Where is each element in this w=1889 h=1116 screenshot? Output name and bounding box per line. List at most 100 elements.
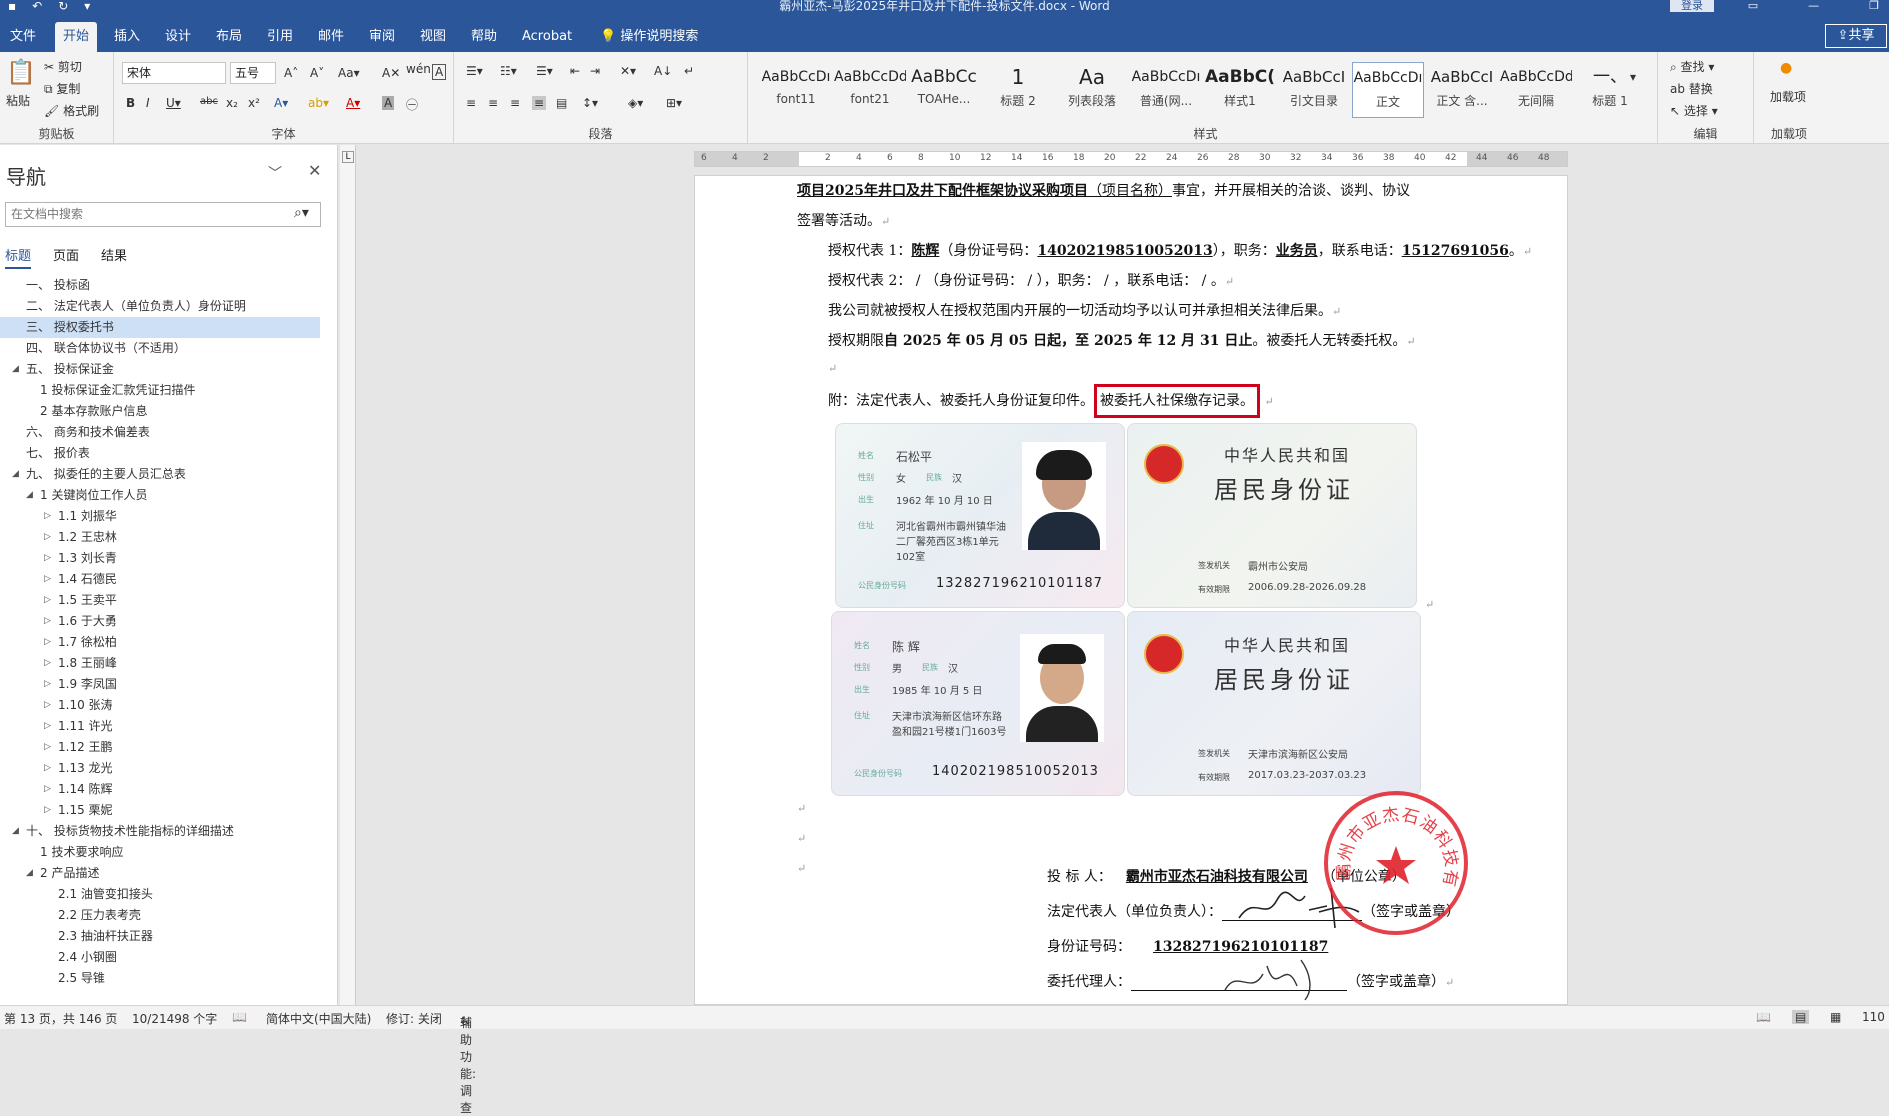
collapse-arrow-icon[interactable]: ◢ — [26, 863, 33, 884]
tab-references[interactable]: 引用 — [259, 22, 301, 52]
format-painter-button[interactable]: 🖌 格式刷 — [44, 102, 99, 119]
nav-heading-item[interactable]: ▷ 1.10 张涛 — [0, 695, 320, 716]
tab-help[interactable]: 帮助 — [463, 22, 505, 52]
expand-arrow-icon[interactable]: ▷ — [44, 800, 51, 821]
decrease-indent-icon[interactable]: ⇤ — [570, 64, 580, 78]
bold-icon[interactable]: B — [126, 96, 135, 110]
line-spacing-icon[interactable]: ↕▾ — [582, 96, 598, 110]
tab-selector-icon[interactable]: L — [342, 151, 354, 163]
paste-icon[interactable]: 📋 — [6, 58, 36, 86]
style-no-spacing[interactable]: AaBbCcDdI 无间隔 — [1500, 62, 1572, 118]
expand-arrow-icon[interactable]: ▷ — [44, 548, 51, 569]
nav-heading-item[interactable]: ▷ 1.14 陈辉 — [0, 779, 320, 800]
login-button[interactable]: 登录 — [1670, 0, 1714, 12]
style-normal[interactable]: AaBbCcDı 正文 — [1352, 62, 1424, 118]
phonetic-icon[interactable]: wén — [406, 62, 431, 76]
nav-tab-headings[interactable]: 标题 — [5, 245, 32, 269]
nav-heading-item[interactable]: ▷ 1.11 许光 — [0, 716, 320, 737]
collapse-arrow-icon[interactable]: ◢ — [12, 359, 19, 380]
styles-more-icon[interactable]: ▾ — [1630, 70, 1636, 84]
nav-heading-item[interactable]: ▷ 1.7 徐松柏 — [0, 632, 320, 653]
style-style1[interactable]: AaBbC(样式1 — [1204, 62, 1276, 118]
expand-arrow-icon[interactable]: ▷ — [44, 737, 51, 758]
find-button[interactable]: ⌕ 查找 ▾ — [1670, 58, 1714, 75]
tab-view[interactable]: 视图 — [412, 22, 454, 52]
nav-heading-item[interactable]: ◢ 2 产品描述 — [0, 863, 320, 884]
style-normal-web[interactable]: AaBbCcDı 普通(网... — [1130, 62, 1202, 118]
expand-arrow-icon[interactable]: ▷ — [44, 716, 51, 737]
nav-search-input[interactable]: 在文档中搜索 — [5, 202, 321, 227]
nav-options-icon[interactable]: ﹀ — [268, 163, 282, 183]
tell-me-search[interactable]: 💡 操作说明搜索 — [592, 22, 706, 52]
vertical-ruler[interactable]: L — [340, 145, 356, 1005]
status-track-changes[interactable]: 修订: 关闭 — [386, 1010, 442, 1027]
tab-insert[interactable]: 插入 — [106, 22, 148, 52]
distributed-icon[interactable]: ▤ — [556, 96, 567, 110]
expand-arrow-icon[interactable]: ▷ — [44, 674, 51, 695]
addins-icon[interactable]: ● — [1780, 60, 1792, 76]
nav-heading-item[interactable]: 七、 报价表 — [0, 443, 320, 464]
tab-file[interactable]: 文件 — [2, 22, 44, 52]
addins-button[interactable]: 加载项 — [1770, 90, 1806, 105]
nav-heading-item[interactable]: ▷ 1.15 栗妮 — [0, 800, 320, 821]
expand-arrow-icon[interactable]: ▷ — [44, 569, 51, 590]
align-left-icon[interactable]: ≡ — [466, 96, 476, 110]
nav-tab-pages[interactable]: 页面 — [53, 245, 79, 269]
numbering-icon[interactable]: ☷▾ — [500, 64, 517, 78]
enclose-char-icon[interactable]: ㊀ — [406, 96, 418, 113]
ribbon-display-icon[interactable]: ▭ — [1748, 0, 1758, 12]
tab-design[interactable]: 设计 — [157, 22, 199, 52]
nav-heading-item[interactable]: 一、 投标函 — [0, 275, 320, 296]
tab-review[interactable]: 审阅 — [361, 22, 403, 52]
char-border-icon[interactable]: A — [432, 64, 447, 80]
shrink-font-icon[interactable]: A˅ — [310, 66, 324, 80]
document-page[interactable]: 项目2025年井口及井下配件框架协议采购项目（项目名称）事宜，并开展相关的洽谈、… — [694, 175, 1568, 1005]
zoom-level[interactable]: 110 — [1862, 1010, 1885, 1024]
nav-search-icon[interactable]: ⌕▾ — [294, 205, 309, 221]
expand-arrow-icon[interactable]: ▷ — [44, 611, 51, 632]
status-words[interactable]: 10/21498 个字 — [132, 1010, 217, 1027]
nav-heading-item[interactable]: 四、 联合体协议书（不适用） — [0, 338, 320, 359]
justify-icon[interactable]: ≡ — [532, 96, 547, 110]
tab-mailings[interactable]: 邮件 — [310, 22, 352, 52]
nav-heading-item[interactable]: 2.2 压力表考壳 — [0, 905, 320, 926]
nav-heading-item[interactable]: ▷ 1.1 刘振华 — [0, 506, 320, 527]
subscript-icon[interactable]: x₂ — [226, 96, 238, 110]
share-button[interactable]: ⇪共享 — [1825, 24, 1887, 48]
web-layout-icon[interactable]: ▦ — [1830, 1010, 1841, 1024]
nav-heading-item[interactable]: ◢ 1 关键岗位工作人员 — [0, 485, 320, 506]
font-name-select[interactable]: 宋体 — [122, 62, 226, 84]
status-language[interactable]: 简体中文(中国大陆) — [266, 1010, 371, 1027]
nav-heading-item[interactable]: 2 基本存款账户信息 — [0, 401, 320, 422]
superscript-icon[interactable]: x² — [248, 96, 260, 110]
maximize-icon[interactable]: ❐ — [1869, 0, 1879, 12]
nav-heading-item[interactable]: ◢ 五、 投标保证金 — [0, 359, 320, 380]
nav-heading-item[interactable]: ◢ 九、 拟委任的主要人员汇总表 — [0, 464, 320, 485]
borders-icon[interactable]: ⊞▾ — [666, 96, 682, 110]
replace-button[interactable]: ab 替换 — [1670, 80, 1713, 97]
expand-arrow-icon[interactable]: ▷ — [44, 590, 51, 611]
nav-heading-item[interactable]: ▷ 1.9 李凤国 — [0, 674, 320, 695]
italic-icon[interactable]: I — [146, 96, 150, 110]
chinese-layout-icon[interactable]: ✕▾ — [620, 64, 636, 78]
nav-heading-item[interactable]: ▷ 1.12 王鹏 — [0, 737, 320, 758]
nav-heading-item[interactable]: 2.1 油管变扣接头 — [0, 884, 320, 905]
collapse-arrow-icon[interactable]: ◢ — [12, 821, 19, 842]
nav-heading-item[interactable]: ▷ 1.5 王卖平 — [0, 590, 320, 611]
style-list-paragraph[interactable]: Aa 列表段落 — [1056, 62, 1128, 118]
nav-heading-item[interactable]: ▷ 1.2 王忠林 — [0, 527, 320, 548]
paste-button[interactable]: 粘贴 — [6, 92, 30, 109]
expand-arrow-icon[interactable]: ▷ — [44, 695, 51, 716]
nav-heading-item[interactable]: 三、 授权委托书 — [0, 317, 320, 338]
highlight-icon[interactable]: ab▾ — [308, 96, 329, 110]
nav-heading-item[interactable]: 2.3 抽油杆扶正器 — [0, 926, 320, 947]
tab-acrobat[interactable]: Acrobat — [514, 22, 580, 52]
nav-heading-item[interactable]: 2.4 小钢圈 — [0, 947, 320, 968]
horizontal-ruler[interactable]: 6 4 2 2 4 6 8 10 12 14 16 18 20 22 24 26 28 30 32 34 36 38 40 4… — [694, 151, 1568, 167]
status-page[interactable]: 第 13 页，共 146 页 — [4, 1010, 117, 1027]
multilevel-icon[interactable]: ☰▾ — [536, 64, 553, 78]
font-color-icon[interactable]: A▾ — [346, 96, 360, 110]
expand-arrow-icon[interactable]: ▷ — [44, 779, 51, 800]
copy-button[interactable]: ⧉ 复制 — [44, 80, 80, 97]
nav-heading-item[interactable]: 2.5 导锥 — [0, 968, 320, 989]
